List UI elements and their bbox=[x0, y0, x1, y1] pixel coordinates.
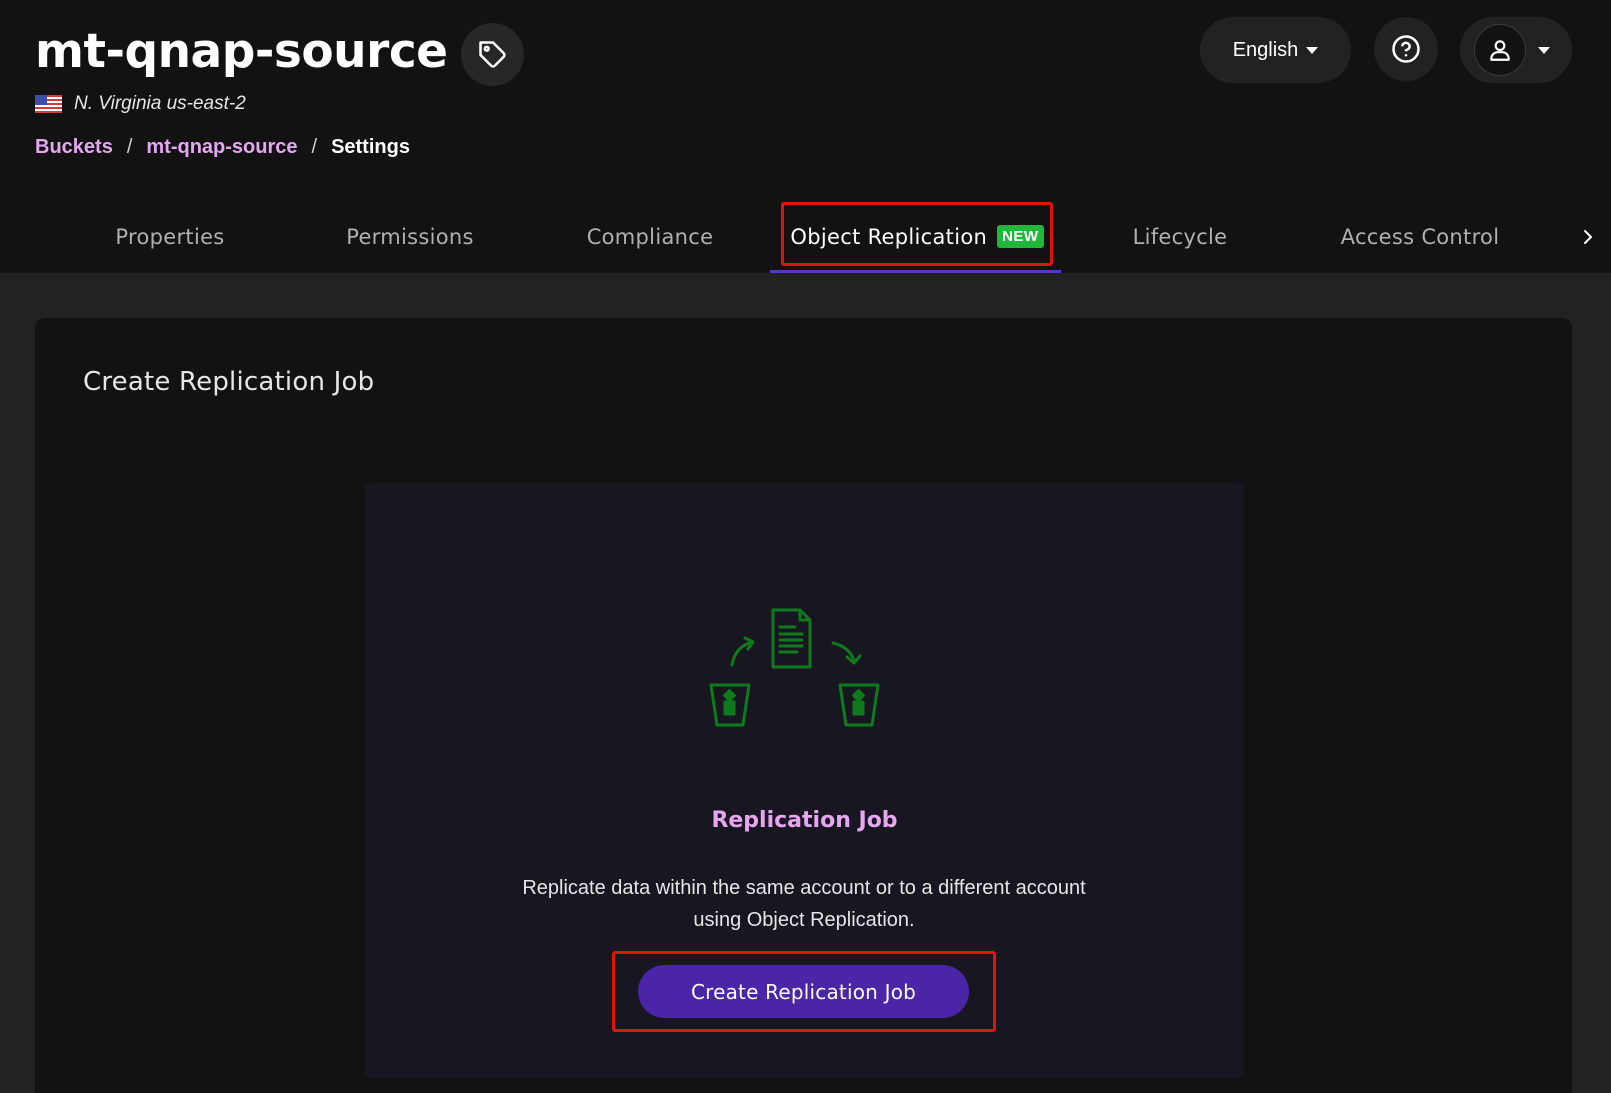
breadcrumb-buckets[interactable]: Buckets bbox=[35, 136, 113, 159]
replication-illustration-icon bbox=[709, 608, 880, 727]
breadcrumb: Buckets / mt-qnap-source / Settings bbox=[35, 136, 410, 159]
tab-properties[interactable]: Properties bbox=[80, 200, 260, 273]
user-icon bbox=[1490, 40, 1510, 61]
avatar bbox=[1474, 24, 1526, 76]
tab-access-control[interactable]: Access Control bbox=[1320, 200, 1520, 273]
breadcrumb-separator: / bbox=[126, 136, 133, 158]
bucket-region: N. Virginia us-east-2 bbox=[35, 92, 246, 116]
tab-label: Permissions bbox=[346, 224, 474, 249]
region-label: N. Virginia us-east-2 bbox=[74, 93, 246, 114]
chevron-down-icon bbox=[1306, 46, 1319, 54]
tab-label: Object Replication bbox=[790, 224, 988, 249]
breadcrumb-separator: / bbox=[311, 136, 318, 158]
active-tab-indicator bbox=[770, 270, 1061, 273]
create-replication-job-button[interactable]: Create Replication Job bbox=[638, 965, 969, 1018]
tag-icon bbox=[478, 40, 506, 68]
breadcrumb-bucket[interactable]: mt-qnap-source bbox=[146, 136, 297, 159]
question-circle-icon bbox=[1392, 35, 1420, 63]
create-button-label: Create Replication Job bbox=[690, 979, 917, 1004]
settings-tabs: Properties Permissions Compliance Object… bbox=[0, 200, 1611, 273]
new-badge: NEW bbox=[997, 225, 1044, 248]
user-menu-button[interactable] bbox=[1460, 17, 1572, 83]
chevron-down-icon bbox=[1538, 46, 1550, 54]
tabs-scroll-right-button[interactable] bbox=[1578, 222, 1598, 252]
section-title: Create Replication Job bbox=[83, 367, 375, 397]
tab-compliance[interactable]: Compliance bbox=[560, 200, 740, 273]
tab-label: Compliance bbox=[586, 224, 714, 249]
language-label: English bbox=[1232, 38, 1299, 61]
language-selector[interactable]: English bbox=[1200, 17, 1351, 83]
tab-lifecycle[interactable]: Lifecycle bbox=[1090, 200, 1270, 273]
empty-state-title: Replication Job bbox=[711, 808, 898, 833]
tab-label: Access Control bbox=[1340, 224, 1500, 249]
tab-permissions[interactable]: Permissions bbox=[320, 200, 500, 273]
breadcrumb-current: Settings bbox=[331, 136, 410, 158]
empty-state-description: Replicate data within the same account o… bbox=[522, 877, 1086, 931]
tab-object-replication[interactable]: Object Replication NEW bbox=[782, 200, 1052, 273]
tab-label: Properties bbox=[115, 224, 225, 249]
chevron-right-icon bbox=[1584, 230, 1592, 244]
us-flag-icon bbox=[35, 95, 62, 113]
page-title: mt-qnap-source bbox=[35, 24, 448, 79]
tag-button[interactable] bbox=[461, 23, 524, 86]
tab-label: Lifecycle bbox=[1132, 224, 1228, 249]
help-button[interactable] bbox=[1374, 17, 1438, 81]
